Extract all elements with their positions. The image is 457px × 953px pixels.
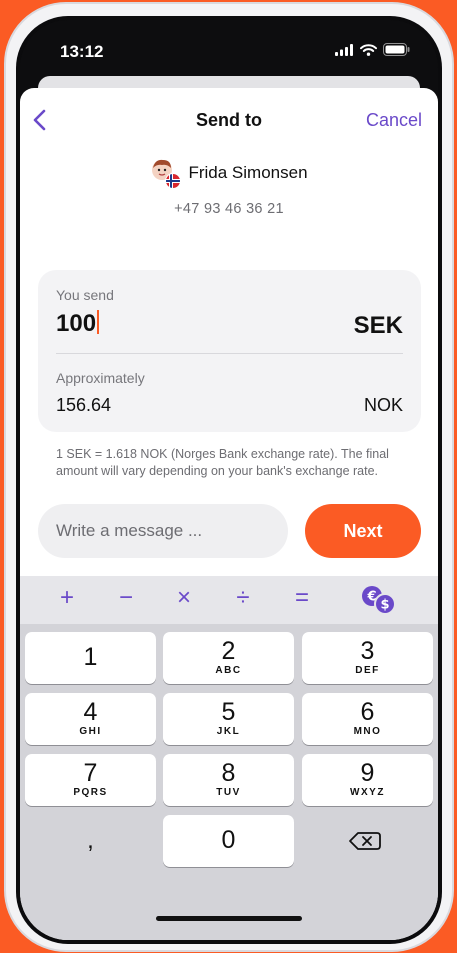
- operator-bar: + − × ÷ = € $: [20, 576, 438, 624]
- svg-text:$: $: [380, 598, 389, 613]
- next-button[interactable]: Next: [305, 504, 421, 558]
- receive-currency: NOK: [363, 395, 403, 415]
- minus-button[interactable]: −: [111, 584, 141, 612]
- cancel-button[interactable]: Cancel: [366, 110, 422, 131]
- send-amount-value: 100: [56, 310, 97, 337]
- delete-button[interactable]: [302, 815, 433, 867]
- key-0[interactable]: 0: [163, 815, 294, 867]
- signal-icon: [335, 43, 353, 56]
- text-cursor: [97, 310, 100, 334]
- key-8[interactable]: 8 TUV: [163, 754, 294, 806]
- multiply-button[interactable]: ×: [169, 584, 199, 612]
- status-icons: [335, 43, 410, 56]
- equals-button[interactable]: =: [287, 584, 317, 612]
- phone-screen: 13:12 Send to Cancel Frida Simonsen +47 …: [20, 20, 438, 940]
- currency-exchange-icon: € $: [362, 586, 396, 615]
- key-5[interactable]: 5 JKL: [163, 693, 294, 745]
- key-6[interactable]: 6 MNO: [302, 693, 433, 745]
- backspace-icon: [349, 832, 381, 850]
- you-send-label: You send: [56, 287, 114, 303]
- avatar: [150, 158, 182, 189]
- norway-flag-icon: [165, 173, 182, 189]
- recipient-name: Frida Simonsen: [188, 163, 308, 182]
- battery-icon: [383, 43, 410, 56]
- currency-exchange-button[interactable]: € $: [360, 584, 398, 616]
- receive-amount-value: 156.64: [56, 395, 112, 415]
- key-3[interactable]: 3 DEF: [302, 632, 433, 684]
- back-button[interactable]: [30, 106, 52, 134]
- amount-card: You send 100 SEK Approximately 156.64 NO…: [38, 270, 421, 432]
- exchange-rate-note: 1 SEK = 1.618 NOK (Norges Bank exchange …: [56, 447, 389, 478]
- approximately-label: Approximately: [56, 370, 145, 386]
- divide-button[interactable]: ÷: [228, 584, 258, 612]
- send-to-sheet: Send to Cancel Frida Simonsen +47 93 46 …: [20, 88, 438, 940]
- key-7[interactable]: 7 PQRS: [25, 754, 156, 806]
- send-currency: SEK: [353, 312, 403, 339]
- navigation-bar: Send to Cancel: [20, 106, 438, 134]
- status-time: 13:12: [60, 42, 104, 61]
- recipient-info: Frida Simonsen +47 93 46 36 21: [20, 158, 438, 217]
- key-comma[interactable]: ,: [25, 815, 156, 867]
- message-input[interactable]: [38, 504, 288, 558]
- key-1[interactable]: 1: [25, 632, 156, 684]
- chevron-left-icon: [33, 109, 46, 131]
- wifi-icon: [360, 43, 377, 56]
- plus-button[interactable]: +: [52, 584, 82, 612]
- key-4[interactable]: 4 GHI: [25, 693, 156, 745]
- key-2[interactable]: 2 ABC: [163, 632, 294, 684]
- send-amount-field[interactable]: 100: [56, 310, 100, 338]
- recipient-phone: +47 93 46 36 21: [174, 201, 284, 217]
- key-9[interactable]: 9 WXYZ: [302, 754, 433, 806]
- numeric-keyboard: + − × ÷ = € $ 1 2 ABC 3 DEF 4 GHI 5 JKL …: [20, 576, 438, 940]
- home-indicator: [156, 916, 302, 921]
- card-divider: [56, 353, 403, 354]
